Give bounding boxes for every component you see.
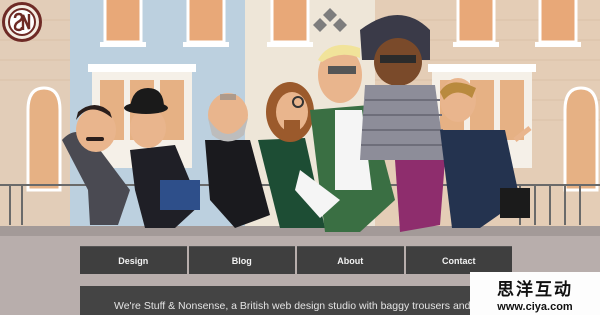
nav-blog[interactable]: Blog — [188, 246, 295, 274]
logo-monogram-icon — [8, 8, 36, 36]
nav-design[interactable]: Design — [80, 246, 187, 274]
intro-text: We're Stuff & Nonsense, a British web de… — [114, 300, 471, 312]
brand-logo[interactable] — [2, 2, 42, 42]
nav-about[interactable]: About — [297, 246, 404, 274]
watermark-url: www.ciya.com — [497, 301, 573, 313]
header-illustration — [0, 0, 600, 236]
main-nav: Design Blog About Contact — [80, 246, 512, 274]
nav-contact[interactable]: Contact — [405, 246, 512, 274]
watermark: 思洋互动 www.ciya.com — [470, 272, 600, 315]
watermark-chinese: 思洋互动 — [497, 280, 573, 300]
intro-panel: We're Stuff & Nonsense, a British web de… — [80, 286, 512, 315]
